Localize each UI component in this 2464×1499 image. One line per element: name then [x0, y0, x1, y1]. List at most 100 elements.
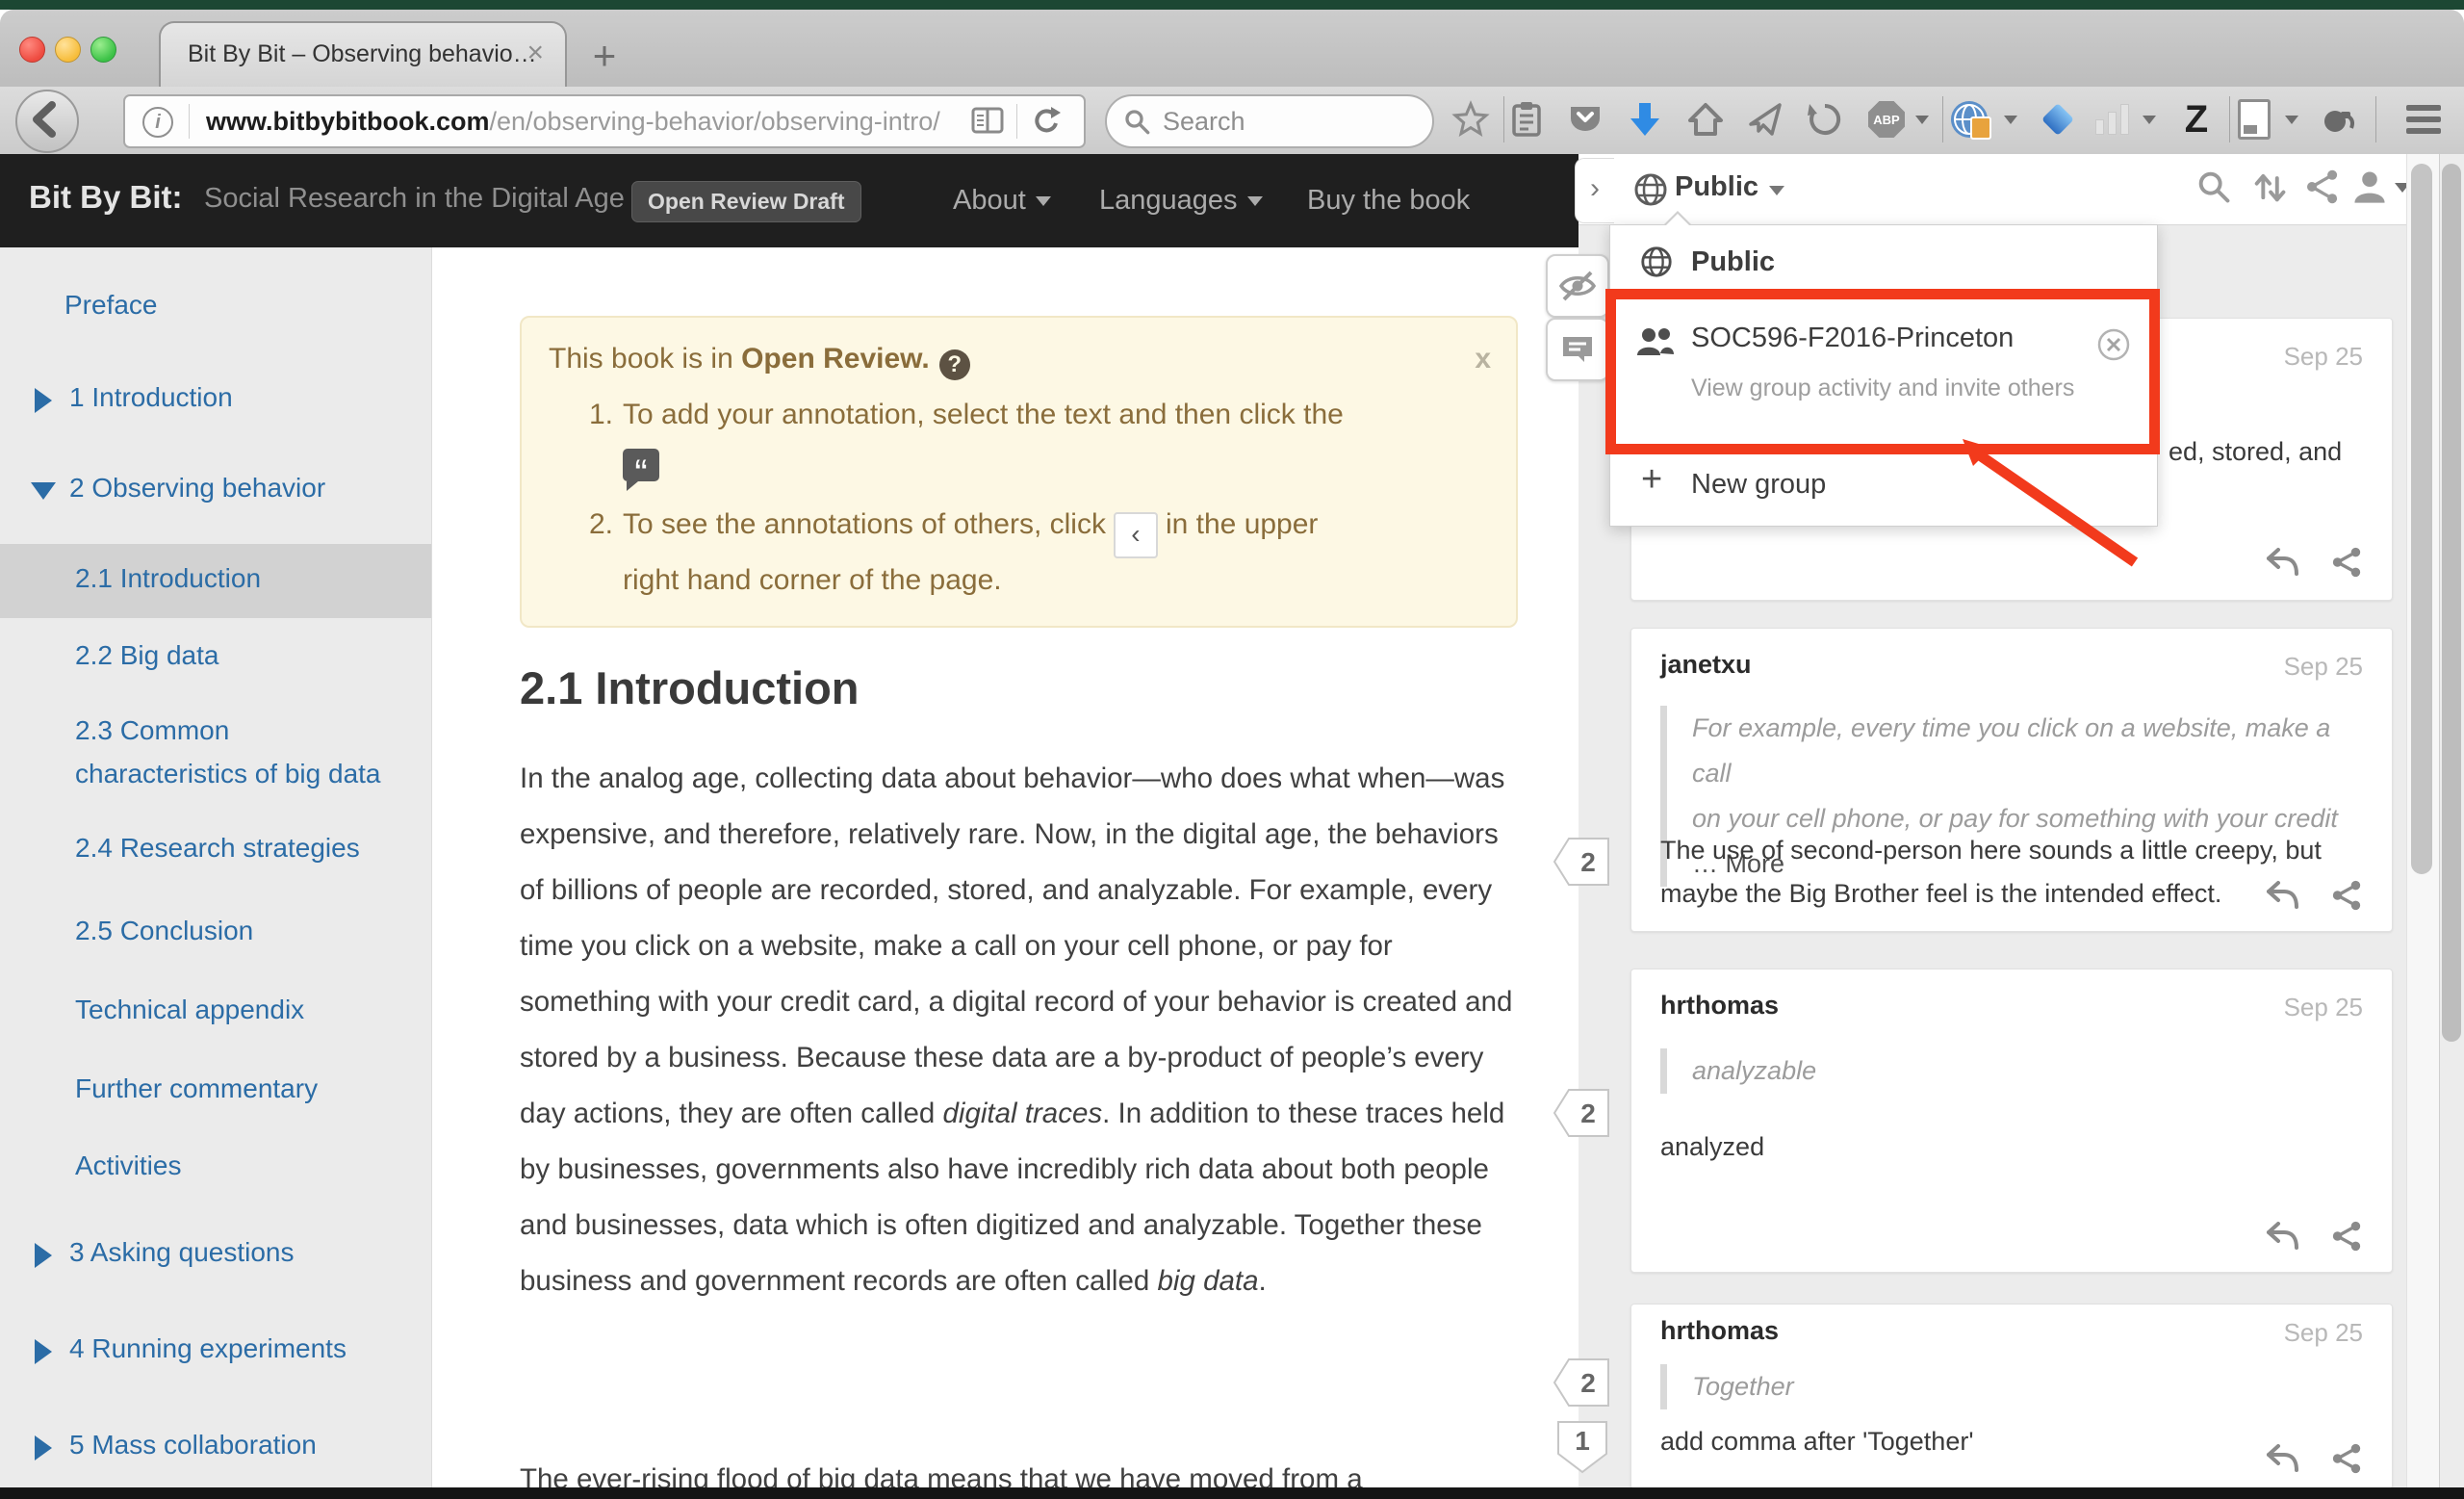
annotation-user[interactable]: hrthomas	[1660, 1316, 1779, 1346]
back-button[interactable]	[15, 90, 79, 153]
book-toc-sidebar: Preface 1 Introduction 2 Observing behav…	[0, 247, 432, 1487]
annotation-card[interactable]: hrthomas Sep 25 analyzable analyzed	[1630, 969, 2393, 1273]
adblock-plus-icon[interactable]: ABP	[1865, 98, 1908, 141]
annotation-card[interactable]: janetxu Sep 25 For example, every time y…	[1630, 628, 2393, 932]
toc-2-observing-behavior[interactable]: 2 Observing behavior	[69, 473, 325, 504]
toc-2-5-conclusion[interactable]: 2.5 Conclusion	[75, 916, 253, 946]
toc-1-introduction[interactable]: 1 Introduction	[69, 382, 233, 413]
evernote-icon[interactable]	[2316, 98, 2358, 141]
toc-2-4-research-strategies[interactable]: 2.4 Research strategies	[75, 833, 360, 864]
sidebar-scrollbar-thumb[interactable]	[2411, 164, 2432, 874]
toc-technical-appendix[interactable]: Technical appendix	[75, 995, 304, 1025]
bucket-count-tab[interactable]: 2	[1552, 832, 1613, 892]
bookmark-star-icon[interactable]	[1450, 98, 1492, 141]
chevron-right-icon[interactable]	[35, 1339, 52, 1364]
search-bar[interactable]	[1105, 94, 1434, 148]
search-input[interactable]	[1161, 102, 1415, 141]
reply-icon[interactable]	[2265, 546, 2299, 579]
nav-languages[interactable]: Languages	[1099, 185, 1263, 217]
chevron-down-icon[interactable]	[31, 482, 56, 500]
toc-2-2-big-data[interactable]: 2.2 Big data	[75, 640, 218, 671]
home-icon[interactable]	[1684, 98, 1727, 141]
hide-highlights-button[interactable]	[1546, 254, 1609, 318]
annotation-user[interactable]: janetxu	[1660, 650, 1752, 680]
toc-activities[interactable]: Activities	[75, 1150, 181, 1181]
annotation-card[interactable]: hrthomas Sep 25 Together add comma after…	[1630, 1304, 2393, 1489]
close-icon[interactable]: x	[1475, 343, 1491, 375]
account-person-icon[interactable]	[2350, 168, 2389, 206]
url-bar[interactable]: i www.bitbybitbook.com/en/observing-beha…	[123, 94, 1086, 148]
reading-list-icon[interactable]	[1505, 98, 1548, 141]
share-icon[interactable]	[2330, 1220, 2363, 1253]
highlight-annotation-arrow	[1959, 435, 2151, 580]
share-icon[interactable]	[2330, 1442, 2363, 1475]
site-brand[interactable]: Bit By Bit:	[29, 179, 183, 216]
chevron-right-icon[interactable]	[35, 1435, 52, 1460]
search-icon	[1122, 107, 1151, 136]
card-actions	[2265, 879, 2363, 912]
toc-preface[interactable]: Preface	[64, 290, 158, 321]
toc-3-asking-questions[interactable]: 3 Asking questions	[69, 1237, 295, 1268]
reload-icon[interactable]	[1030, 105, 1063, 138]
annotation-date: Sep 25	[2284, 652, 2363, 682]
new-tab-button[interactable]: +	[578, 37, 631, 79]
browser-toolbar: i www.bitbybitbook.com/en/observing-beha…	[0, 87, 2464, 156]
nav-about[interactable]: About	[953, 185, 1051, 217]
reply-icon[interactable]	[2265, 1220, 2299, 1253]
svg-text:1: 1	[1575, 1426, 1590, 1456]
document-dropdown-caret[interactable]	[2285, 116, 2298, 124]
reply-icon[interactable]	[2265, 879, 2299, 912]
bucket-count-tab[interactable]: 2	[1552, 1353, 1613, 1412]
pocket-icon[interactable]	[1564, 98, 1606, 141]
sort-icon[interactable]	[2250, 168, 2289, 206]
annotation-date: Sep 25	[2284, 993, 2363, 1022]
site-info-icon[interactable]: i	[142, 107, 173, 138]
document-extension-icon[interactable]	[2233, 98, 2275, 141]
help-icon[interactable]: ?	[939, 349, 970, 380]
reader-mode-icon[interactable]	[970, 106, 1005, 137]
chevron-right-icon[interactable]	[35, 388, 52, 413]
share-icon[interactable]	[2330, 546, 2363, 579]
diigo-extension-icon[interactable]	[2037, 98, 2079, 141]
browser-tab[interactable]: Bit By Bit – Observing behavio… ×	[159, 21, 567, 89]
menu-hamburger-icon[interactable]	[2402, 98, 2445, 141]
bucket-count-tab-down[interactable]: 1	[1552, 1417, 1613, 1477]
translate-extension-icon[interactable]	[1948, 98, 1990, 141]
window-zoom-button[interactable]	[90, 37, 116, 63]
toc-2-3-common[interactable]: 2.3 Common	[75, 715, 229, 746]
stats-extension-icon[interactable]	[2091, 98, 2133, 141]
sidebar-collapse-button[interactable]: ›	[1575, 158, 1614, 223]
adblock-dropdown-caret[interactable]	[1915, 116, 1929, 124]
history-icon[interactable]	[1804, 98, 1846, 141]
window-minimize-button[interactable]	[55, 37, 81, 63]
eye-slash-icon	[1557, 268, 1598, 304]
sidebar-toggle-icon: ‹	[1114, 512, 1158, 558]
notice-item-2-line2: right hand corner of the page.	[623, 564, 1002, 597]
share-icon[interactable]	[2330, 879, 2363, 912]
group-selector[interactable]: Public	[1675, 171, 1758, 203]
translate-dropdown-caret[interactable]	[2004, 116, 2017, 124]
zotero-icon[interactable]: Z	[2175, 98, 2218, 141]
search-icon[interactable]	[2194, 168, 2233, 206]
window-close-button[interactable]	[19, 37, 45, 63]
send-icon[interactable]	[1744, 98, 1786, 141]
nav-buy-the-book[interactable]: Buy the book	[1307, 185, 1470, 217]
open-review-badge[interactable]: Open Review Draft	[631, 181, 861, 222]
page-note-button[interactable]	[1546, 318, 1609, 381]
toc-2-3-common-line2[interactable]: characteristics of big data	[75, 759, 381, 789]
dropdown-caret-icon[interactable]	[1769, 186, 1784, 195]
toc-further-commentary[interactable]: Further commentary	[75, 1073, 318, 1104]
toc-2-1-introduction[interactable]: 2.1 Introduction	[75, 563, 261, 594]
toc-5-mass-collaboration[interactable]: 5 Mass collaboration	[69, 1430, 317, 1460]
tab-close-icon[interactable]: ×	[526, 37, 544, 69]
share-icon[interactable]	[2302, 168, 2341, 206]
annotation-user[interactable]: hrthomas	[1660, 991, 1779, 1021]
chevron-right-icon[interactable]	[35, 1243, 52, 1268]
bucket-count-tab[interactable]: 2	[1552, 1083, 1613, 1143]
toc-4-running-experiments[interactable]: 4 Running experiments	[69, 1333, 346, 1364]
window-scrollbar-thumb[interactable]	[2442, 164, 2461, 1042]
reply-icon[interactable]	[2265, 1442, 2299, 1475]
download-icon[interactable]	[1624, 98, 1666, 141]
annotation-partial-text: ed, stored, and	[2169, 430, 2342, 474]
stats-dropdown-caret[interactable]	[2143, 116, 2156, 124]
